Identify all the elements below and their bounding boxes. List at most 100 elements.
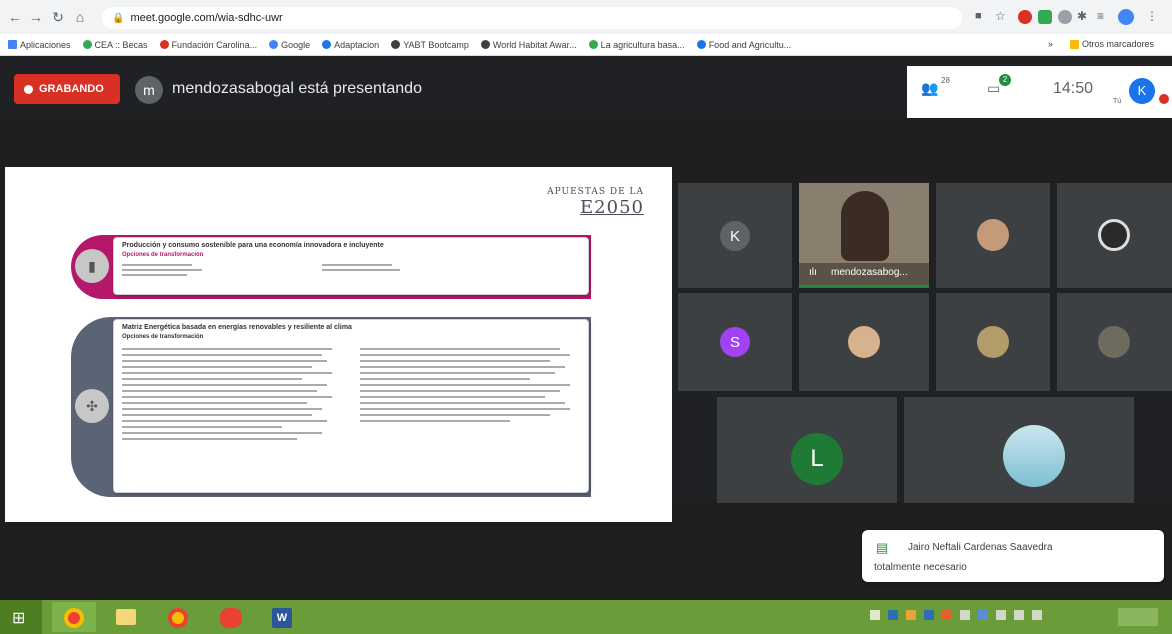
chat-notification[interactable]: ▤ Jairo Neftali Cardenas Saavedra totalm… xyxy=(862,530,1164,582)
text-line xyxy=(360,348,560,350)
participant-avatar: L xyxy=(791,433,843,485)
tray-icon[interactable] xyxy=(942,610,952,620)
browser-toolbar: ← → ↻ ⌂ 🔒 meet.google.com/wia-sdhc-uwr ■… xyxy=(0,0,1172,34)
speaking-indicator xyxy=(799,285,929,288)
tray-icon[interactable] xyxy=(906,610,916,620)
site-icon xyxy=(322,40,332,49)
taskbar-app[interactable] xyxy=(52,602,96,632)
word-icon: W xyxy=(272,608,292,628)
language-icon[interactable] xyxy=(1032,610,1042,620)
tray-icon[interactable] xyxy=(978,610,988,620)
text-line xyxy=(122,426,282,428)
user-avatar[interactable]: K xyxy=(1129,78,1155,104)
start-button[interactable]: ⊞ xyxy=(0,600,42,634)
participant-count: 28 xyxy=(941,76,950,85)
windows-icon: ⊞ xyxy=(12,610,26,627)
other-bookmarks[interactable]: Otros marcadores xyxy=(1070,39,1154,49)
apps-grid-icon xyxy=(8,40,17,49)
text-line xyxy=(122,414,312,416)
text-line xyxy=(122,274,187,276)
bookmark-item[interactable]: Fundación Carolina... xyxy=(159,40,257,50)
media-icon[interactable]: ≡ xyxy=(1097,9,1104,23)
site-icon xyxy=(159,40,169,49)
taskbar-app[interactable] xyxy=(208,602,252,632)
slide-header-line1: APUESTAS DE LA xyxy=(547,187,644,197)
participant-tile[interactable]: S xyxy=(678,293,792,391)
tray-icon[interactable] xyxy=(960,610,970,620)
app-icon xyxy=(220,608,242,628)
text-line xyxy=(360,408,570,410)
participant-tile[interactable]: K xyxy=(678,183,792,288)
presenting-status: mendozasabogal está presentando xyxy=(172,80,422,97)
extension-icon[interactable] xyxy=(1058,10,1072,24)
volume-icon[interactable] xyxy=(1014,610,1024,620)
taskbar-app[interactable] xyxy=(104,602,148,632)
section2-title: Matriz Energética basada en energías ren… xyxy=(122,324,352,331)
file-explorer-icon xyxy=(116,609,136,625)
bookmark-apps[interactable]: Aplicaciones xyxy=(8,40,71,50)
participant-tile[interactable] xyxy=(1057,183,1172,288)
text-line xyxy=(360,354,570,356)
url-text: meet.google.com/wia-sdhc-uwr xyxy=(130,12,283,24)
folder-icon xyxy=(1070,39,1079,49)
camera-icon[interactable]: ■ xyxy=(975,10,982,22)
bookmark-item[interactable]: La agricultura basa... xyxy=(588,40,685,50)
text-line xyxy=(122,396,332,398)
forward-icon[interactable]: → xyxy=(27,9,45,25)
chart-icon: ▮ xyxy=(75,249,109,283)
bookmark-item[interactable]: World Habitat Awar... xyxy=(480,40,577,50)
menu-icon[interactable]: ⋮ xyxy=(1146,9,1158,23)
star-icon[interactable]: ☆ xyxy=(995,9,1006,23)
participant-photo xyxy=(1003,425,1065,487)
home-icon[interactable]: ⌂ xyxy=(71,9,89,25)
chat-icon[interactable]: ▭ xyxy=(987,80,1000,97)
network-icon[interactable] xyxy=(996,610,1006,620)
participant-tile[interactable] xyxy=(936,293,1050,391)
reload-icon[interactable]: ↻ xyxy=(49,9,67,26)
address-bar[interactable]: 🔒 meet.google.com/wia-sdhc-uwr xyxy=(102,7,962,29)
globe-icon xyxy=(391,40,401,49)
extensions-puzzle-icon[interactable]: ✱ xyxy=(1077,9,1087,23)
taskbar-app[interactable]: W xyxy=(260,602,304,632)
participant-tile[interactable] xyxy=(904,397,1134,503)
section1-subtitle: Opciones de transformación xyxy=(122,252,204,258)
tray-icon[interactable] xyxy=(870,610,880,620)
text-line xyxy=(122,408,322,410)
participant-tile[interactable] xyxy=(936,183,1050,288)
text-line xyxy=(122,264,192,266)
text-line xyxy=(122,420,327,422)
chat-sender: Jairo Neftali Cardenas Saavedra xyxy=(908,542,1053,553)
taskbar-app[interactable] xyxy=(156,602,200,632)
text-line xyxy=(360,366,565,368)
participant-tile[interactable] xyxy=(1057,293,1172,391)
tray-icon[interactable] xyxy=(888,610,898,620)
profile-icon[interactable] xyxy=(1118,9,1134,25)
clock-time: 14:50 xyxy=(1053,80,1094,97)
bookmark-item[interactable]: CEA :: Becas xyxy=(82,40,148,50)
participant-tile[interactable]: L xyxy=(717,397,897,503)
bookmark-item[interactable]: Google xyxy=(269,40,310,50)
participant-photo xyxy=(848,326,880,358)
bookmark-item[interactable]: YABT Bootcamp xyxy=(391,40,469,50)
text-line xyxy=(122,360,327,362)
extension-icon[interactable] xyxy=(1038,10,1052,24)
system-tray xyxy=(870,610,1100,624)
participant-tile[interactable] xyxy=(799,293,929,391)
you-label: Tú xyxy=(1113,98,1122,105)
text-line xyxy=(360,396,545,398)
people-icon[interactable]: 👥 xyxy=(921,80,938,97)
participant-photo xyxy=(1098,326,1130,358)
text-line xyxy=(122,372,332,374)
tray-icon[interactable] xyxy=(924,610,934,620)
bookmark-item[interactable]: Adaptacion xyxy=(322,40,379,50)
taskbar-clock[interactable] xyxy=(1118,608,1158,626)
text-line xyxy=(360,420,510,422)
text-line xyxy=(122,390,317,392)
bookmark-item[interactable]: Food and Agricultu... xyxy=(696,40,791,50)
featured-participant-tile[interactable]: ılı mendozasabog... xyxy=(799,183,929,288)
opera-extension-icon[interactable] xyxy=(1018,10,1032,24)
windows-taskbar: ⊞ W xyxy=(0,600,1172,634)
chevron-icon[interactable]: » xyxy=(1048,39,1053,49)
back-icon[interactable]: ← xyxy=(6,9,24,25)
text-line xyxy=(122,366,312,368)
